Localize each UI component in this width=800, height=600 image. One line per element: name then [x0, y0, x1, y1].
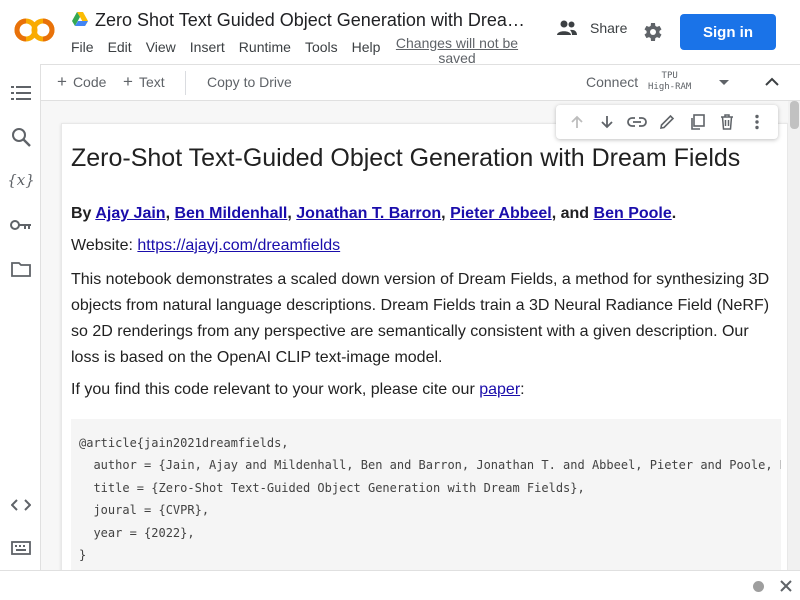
- authors-end: .: [671, 205, 677, 222]
- settings-gear-icon[interactable]: [640, 20, 664, 44]
- website-label: Website:: [71, 237, 138, 254]
- code-line: title = {Zero-Shot Text-Guided Object Ge…: [79, 480, 585, 495]
- add-code-label: Code: [72, 74, 107, 90]
- more-options-icon[interactable]: [746, 111, 768, 133]
- command-palette-icon[interactable]: [10, 537, 32, 559]
- files-folder-icon[interactable]: [10, 258, 32, 280]
- cite-line: If you find this code relevant to your w…: [71, 377, 525, 403]
- paper-link[interactable]: paper: [479, 381, 520, 398]
- author-link-poole[interactable]: Ben Poole: [594, 205, 672, 222]
- move-up-icon[interactable]: [566, 111, 588, 133]
- code-line: @article{jain2021dreamfields,: [79, 436, 289, 450]
- menu-tools[interactable]: Tools: [305, 39, 338, 55]
- notebook-area: Zero-Shot Text-Guided Object Generation …: [41, 101, 788, 570]
- cell-toolbar: [556, 105, 778, 139]
- add-text-button[interactable]: + Text: [123, 72, 165, 91]
- secrets-key-icon[interactable]: [10, 214, 32, 236]
- notebook-toolbar: + Code + Text Copy to Drive Connect TPU …: [41, 64, 800, 101]
- status-indicator-icon[interactable]: [753, 581, 764, 592]
- scrollbar-thumb[interactable]: [790, 101, 799, 129]
- mirror-cell-icon[interactable]: [686, 111, 708, 133]
- description-paragraph: This notebook demonstrates a scaled down…: [71, 271, 770, 366]
- runtime-dropdown-icon[interactable]: [719, 80, 729, 85]
- delete-icon[interactable]: [716, 111, 738, 133]
- menu-insert[interactable]: Insert: [190, 39, 225, 55]
- authors-prefix: By: [71, 205, 96, 222]
- author-link-abbeel[interactable]: Pieter Abbeel: [450, 205, 552, 222]
- cell-heading: Zero-Shot Text-Guided Object Generation …: [71, 144, 741, 172]
- google-drive-icon: [72, 12, 88, 26]
- menu-edit[interactable]: Edit: [108, 39, 132, 55]
- runtime-type-line1: TPU: [661, 71, 678, 81]
- author-link-mildenhall[interactable]: Ben Mildenhall: [174, 205, 287, 222]
- cite-prefix: If you find this code relevant to your w…: [71, 381, 480, 398]
- cite-suffix: :: [520, 381, 525, 398]
- author-link-jain[interactable]: Ajay Jain: [95, 205, 165, 222]
- variables-icon[interactable]: {x}: [7, 169, 35, 191]
- share-label: Share: [590, 20, 628, 36]
- edit-icon[interactable]: [656, 111, 678, 133]
- copy-to-drive-button[interactable]: Copy to Drive: [207, 74, 292, 90]
- toolbar-divider: [185, 71, 186, 95]
- close-icon[interactable]: [777, 577, 795, 595]
- code-line: }: [79, 548, 87, 563]
- code-snippets-icon[interactable]: [10, 494, 32, 516]
- add-text-label: Text: [138, 74, 165, 90]
- website-line: Website: https://ajayj.com/dreamfields: [71, 233, 340, 259]
- menu-file[interactable]: File: [71, 39, 94, 55]
- people-icon: [557, 20, 577, 35]
- share-button[interactable]: Share: [556, 20, 627, 36]
- notebook-title[interactable]: Zero Shot Text Guided Object Generation …: [95, 10, 535, 31]
- left-sidebar: {x}: [0, 64, 41, 570]
- code-line: joural = {CVPR},: [79, 503, 210, 518]
- authors-separator: , and: [551, 205, 594, 222]
- runtime-type-line2: High-RAM: [648, 82, 692, 92]
- sign-in-button[interactable]: Sign in: [680, 14, 776, 50]
- authors-line: By Ajay Jain, Ben Mildenhall, Jonathan T…: [71, 201, 676, 227]
- menu-view[interactable]: View: [146, 39, 176, 55]
- authors-separator: ,: [287, 205, 297, 222]
- collapse-header-icon[interactable]: [763, 75, 781, 89]
- menu-help[interactable]: Help: [352, 39, 381, 55]
- author-link-barron[interactable]: Jonathan T. Barron: [296, 205, 441, 222]
- plus-icon: +: [57, 72, 67, 91]
- app-header: Zero Shot Text Guided Object Generation …: [0, 0, 800, 66]
- runtime-type[interactable]: TPU High-RAM: [648, 71, 691, 93]
- code-line: author = {Jain, Ajay and Mildenhall, Ben…: [79, 458, 781, 473]
- colab-logo[interactable]: [14, 16, 56, 44]
- website-link[interactable]: https://ajayj.com/dreamfields: [137, 237, 340, 254]
- connect-button[interactable]: Connect: [586, 74, 638, 90]
- status-bar: [0, 570, 800, 600]
- text-cell[interactable]: Zero-Shot Text-Guided Object Generation …: [61, 123, 788, 570]
- authors-separator: ,: [441, 205, 451, 222]
- changes-notice[interactable]: Changes will not be saved: [392, 36, 522, 66]
- search-icon[interactable]: [10, 126, 32, 148]
- bibtex-code-block: @article{jain2021dreamfields, author = {…: [71, 419, 781, 570]
- table-of-contents-icon[interactable]: [10, 82, 32, 104]
- code-line: year = {2022},: [79, 525, 195, 540]
- menu-bar: File Edit View Insert Runtime Tools Help: [64, 39, 387, 55]
- vertical-scrollbar[interactable]: [788, 101, 800, 570]
- link-icon[interactable]: [626, 111, 648, 133]
- menu-runtime[interactable]: Runtime: [239, 39, 291, 55]
- add-code-button[interactable]: + Code: [57, 72, 107, 91]
- move-down-icon[interactable]: [596, 111, 618, 133]
- plus-icon: +: [123, 72, 133, 91]
